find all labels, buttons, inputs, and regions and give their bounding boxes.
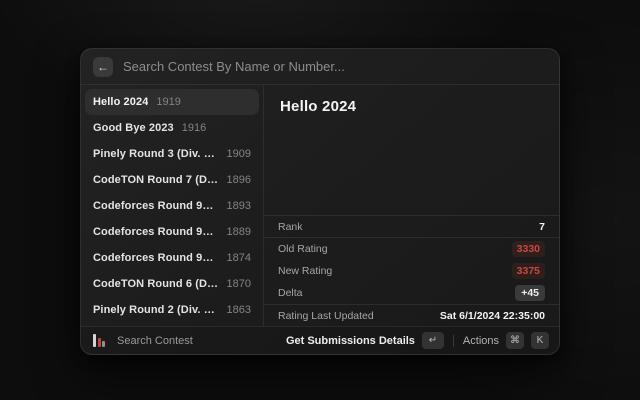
contest-list-item[interactable]: Hello 2024 1919 (85, 89, 259, 115)
metadata-row-old-rating: Old Rating 3330 (264, 238, 559, 260)
metadata-label: Rank (278, 221, 303, 233)
contest-list-item[interactable]: Codeforces Round 908 (Div. 1) 1893 (85, 193, 259, 219)
contest-title: Codeforces Round 908 (Div. 1) (93, 200, 219, 212)
contest-detail-pane: Hello 2024 Rank 7 Old Rating 3330 New Ra… (264, 85, 559, 326)
codeforces-bar-chart-icon (93, 334, 105, 347)
metadata-label: New Rating (278, 265, 332, 277)
metadata-label: Old Rating (278, 243, 328, 255)
contest-title: Good Bye 2023 (93, 122, 174, 134)
contest-number: 1870 (227, 278, 251, 290)
contest-number: 1863 (227, 304, 251, 316)
contest-list-item[interactable]: Codeforces Round 906 (Div. 1) 1889 (85, 219, 259, 245)
contest-title: CodeTON Round 7 (Div. 1 + Di... (93, 174, 219, 186)
metadata-row-last-updated: Rating Last Updated Sat 6/1/2024 22:35:0… (264, 304, 559, 326)
arrow-left-icon: ← (97, 60, 109, 74)
metadata-value-delta: +45 (515, 285, 545, 301)
contest-list: Hello 2024 1919 Good Bye 2023 1916 Pinel… (81, 85, 263, 326)
metadata-row-new-rating: New Rating 3375 (264, 260, 559, 282)
contest-number: 1893 (227, 200, 251, 212)
footer-divider (453, 335, 454, 347)
metadata-label: Delta (278, 287, 303, 299)
contest-number: 1874 (227, 252, 251, 264)
primary-action-button[interactable]: Get Submissions Details (286, 335, 415, 347)
actions-menu-button[interactable]: Actions (463, 335, 499, 347)
detail-description-area (264, 125, 559, 215)
contest-list-item[interactable]: CodeTON Round 6 (Div. 1 + Di... 1870 (85, 271, 259, 297)
contest-list-item[interactable]: Pinely Round 2 (Div. 1 + Div. 2) 1863 (85, 297, 259, 323)
k-key-icon[interactable]: K (531, 332, 549, 349)
command-key-icon[interactable]: ⌘ (506, 332, 524, 349)
contest-number: 1916 (182, 122, 206, 134)
contest-list-item[interactable]: Codeforces Round 901 (Div. 1) 1874 (85, 245, 259, 271)
contest-number: 1909 (227, 148, 251, 160)
back-button[interactable]: ← (93, 57, 113, 77)
enter-key-icon[interactable]: ↵ (422, 332, 444, 349)
metadata-value: 7 (539, 221, 545, 233)
contest-title: Codeforces Round 901 (Div. 1) (93, 252, 219, 264)
contest-title: CodeTON Round 6 (Div. 1 + Di... (93, 278, 219, 290)
detail-title: Hello 2024 (264, 85, 559, 125)
contest-number: 1889 (227, 226, 251, 238)
detail-metadata: Rank 7 Old Rating 3330 New Rating 3375 D… (264, 215, 559, 326)
contest-list-item[interactable]: CodeTON Round 7 (Div. 1 + Di... 1896 (85, 167, 259, 193)
command-palette-window: ← Hello 2024 1919 Good Bye 2023 1916 Pin… (80, 48, 560, 355)
footer-action-bar: Search Contest Get Submissions Details ↵… (81, 326, 559, 354)
metadata-value-old-rating: 3330 (512, 241, 545, 257)
metadata-row-rank: Rank 7 (264, 216, 559, 238)
contest-title: Pinely Round 2 (Div. 1 + Div. 2) (93, 304, 219, 316)
footer-actions: Get Submissions Details ↵ Actions ⌘ K (286, 332, 549, 349)
contest-title: Pinely Round 3 (Div. 1 + Div. 2) (93, 148, 219, 160)
contest-number: 1896 (227, 174, 251, 186)
contest-title: Hello 2024 (93, 96, 148, 108)
main-split: Hello 2024 1919 Good Bye 2023 1916 Pinel… (81, 85, 559, 326)
metadata-value-last-updated: Sat 6/1/2024 22:35:00 (440, 310, 545, 322)
contest-list-item[interactable]: Pinely Round 3 (Div. 1 + Div. 2) 1909 (85, 141, 259, 167)
contest-title: Codeforces Round 906 (Div. 1) (93, 226, 219, 238)
metadata-row-delta: Delta +45 (264, 282, 559, 304)
search-input[interactable] (123, 59, 547, 74)
search-bar: ← (81, 49, 559, 85)
metadata-value-new-rating: 3375 (512, 263, 545, 279)
contest-list-item[interactable]: Good Bye 2023 1916 (85, 115, 259, 141)
extension-name: Search Contest (117, 335, 193, 347)
metadata-label: Rating Last Updated (278, 310, 374, 322)
contest-number: 1919 (156, 96, 180, 108)
